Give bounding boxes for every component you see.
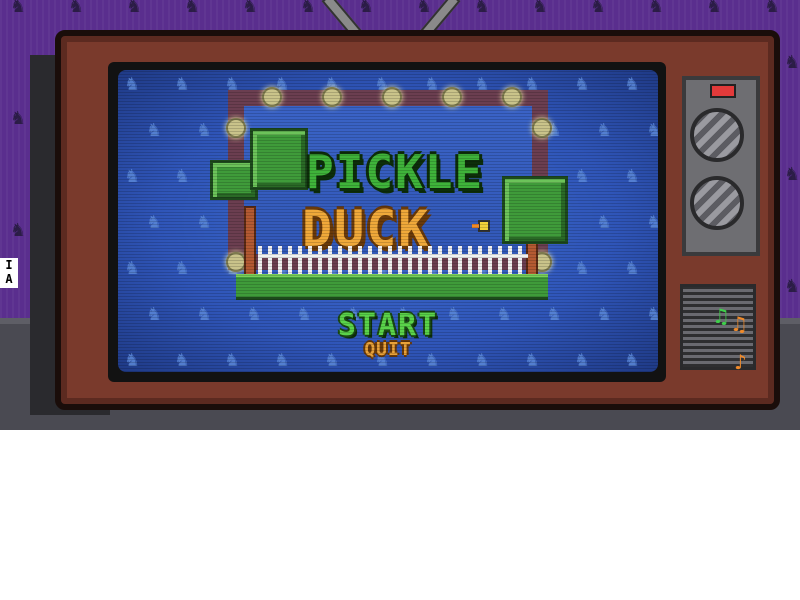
game-canvas[interactable]: ♞ ♞ ♞ ♞ ♞ ♞ ♞ ♞ ♞ ♞ ♞ ♞ ♞ ♞ ♞ ♞ ♞ ♞ ♞ ♞ ♞ ♞ ♞ ♞ ♞ ♞ ♞ ♞ ♞ ♞ ♞ ♞ ♞ ♞ ♞ ♞ ♞ ♞ ♞ ♞… [0, 0, 800, 430]
wallpaper-duck-icon: ♞ [242, 0, 259, 17]
start-button[interactable]: START [118, 308, 658, 343]
marquee-bulb-icon [262, 87, 282, 107]
wallpaper-duck-icon: ♞ [590, 0, 607, 17]
screen-duck-icon: ♞ [596, 120, 613, 141]
marquee-bulb-icon [502, 87, 522, 107]
screen-duck-icon: ♞ [196, 120, 213, 141]
marquee-bulb-icon [442, 87, 462, 107]
music-note-icon: ♫ [730, 312, 748, 336]
screen-duck-icon: ♞ [574, 166, 591, 187]
screen-duck-icon: ♞ [624, 166, 641, 187]
wallpaper-duck-icon: ♞ [10, 108, 27, 129]
screen-duck-icon: ♞ [624, 74, 641, 95]
wallpaper-duck-icon: ♞ [532, 0, 549, 17]
fence-rail [258, 254, 528, 258]
wallpaper-duck-icon: ♞ [68, 0, 85, 17]
wallpaper-duck-icon: ♞ [784, 276, 800, 297]
wallpaper-duck-icon: ♞ [474, 0, 491, 17]
wallpaper-duck-icon: ♞ [126, 0, 143, 17]
screen-duck-icon: ♞ [646, 212, 658, 233]
marquee-bulb-icon [226, 252, 246, 272]
wallpaper-duck-icon: ♞ [764, 0, 781, 17]
wallpaper-duck-icon: ♞ [706, 0, 723, 17]
marquee-bulb-icon [322, 87, 342, 107]
music-note-icon: ♪ [734, 350, 747, 374]
marquee-bulb-icon [532, 118, 552, 138]
hud-indicator: I A [0, 258, 18, 288]
tv-screen: ♞ ♞ ♞ ♞ ♞ ♞ ♞ ♞ ♞ ♞ ♞ ♞ ♞ ♞ ♞ ♞ ♞ ♞ ♞ ♞ ♞ ♞ ♞ ♞ ♞ ♞ ♞ ♞ ♞ ♞ ♞ ♞ ♞ ♞ ♞ ♞ ♞ ♞ ♞ ♞… [118, 70, 658, 372]
music-note-icon: ♫ [712, 304, 730, 328]
wallpaper-duck-icon: ♞ [784, 164, 800, 185]
wallpaper-duck-icon: ♞ [10, 220, 27, 241]
wallpaper-duck-icon: ♞ [416, 0, 433, 17]
screen-duck-icon: ♞ [624, 258, 641, 279]
screen-duck-icon: ♞ [596, 212, 613, 233]
wallpaper-duck-icon: ♞ [10, 0, 27, 17]
wallpaper-duck-icon: ♞ [784, 52, 800, 73]
screen-duck-icon: ♞ [646, 120, 658, 141]
tree-trunk [244, 206, 256, 276]
screen-duck-icon: ♞ [174, 166, 191, 187]
main-menu: START QUIT [118, 308, 658, 360]
power-led-icon [710, 84, 736, 98]
pixel-tree-right [502, 176, 568, 244]
screen-duck-icon: ♞ [124, 166, 141, 187]
screen-duck-icon: ♞ [574, 258, 591, 279]
channel-knob-icon[interactable] [690, 176, 744, 230]
title-pickle: PICKLE [306, 145, 485, 199]
screen-duck-icon: ♞ [146, 212, 163, 233]
wallpaper-duck-icon: ♞ [358, 0, 375, 17]
quit-button[interactable]: QUIT [118, 339, 658, 360]
pixel-tree-left [250, 128, 308, 190]
screen-duck-icon: ♞ [174, 74, 191, 95]
wallpaper-duck-icon: ♞ [184, 0, 201, 17]
screen-duck-icon: ♞ [146, 120, 163, 141]
screen-duck-icon: ♞ [124, 74, 141, 95]
picket-fence [258, 246, 528, 274]
grass-strip [236, 274, 548, 300]
marquee-bulb-icon [382, 87, 402, 107]
screen-duck-icon: ♞ [174, 258, 191, 279]
wallpaper-duck-icon: ♞ [648, 0, 665, 17]
screen-duck-icon: ♞ [574, 74, 591, 95]
wallpaper-duck-icon: ♞ [300, 0, 317, 17]
volume-knob-icon[interactable] [690, 108, 744, 162]
marquee-bulb-icon [226, 118, 246, 138]
duck-sprite-icon [472, 216, 492, 234]
screen-duck-icon: ♞ [124, 258, 141, 279]
screen-duck-icon: ♞ [196, 212, 213, 233]
